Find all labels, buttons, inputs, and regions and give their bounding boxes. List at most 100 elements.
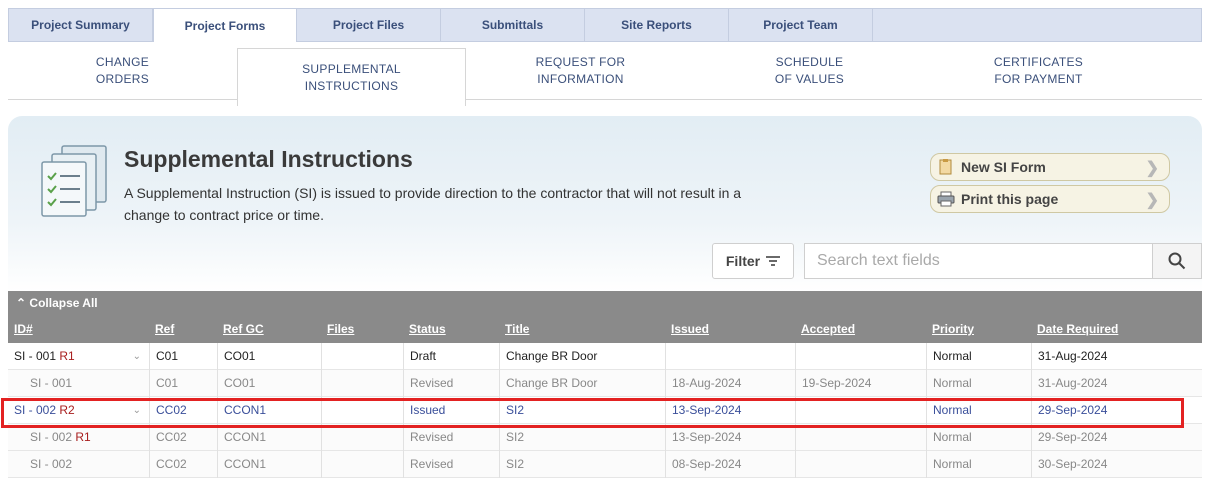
collapse-all-button[interactable]: ⌃ Collapse All	[16, 296, 98, 310]
cell-status: Draft	[403, 343, 499, 370]
collapse-all-label: Collapse All	[29, 296, 98, 310]
double-chevron-up-icon: ⌃	[16, 296, 27, 310]
subtab-certificates-for-payment[interactable]: CERTIFICATES FOR PAYMENT	[924, 42, 1153, 99]
tab-project-files[interactable]: Project Files	[297, 9, 441, 41]
subtab-schedule-of-values[interactable]: SCHEDULE OF VALUES	[695, 42, 924, 99]
cell-priority: Normal	[926, 343, 1031, 370]
cell-ref: CC02	[149, 451, 217, 478]
filter-lines-icon	[766, 256, 781, 266]
cell-priority: Normal	[926, 424, 1031, 451]
cell-issued: 18-Aug-2024	[665, 370, 795, 397]
cell-files	[321, 424, 403, 451]
cell-accepted	[795, 424, 926, 451]
cell-status: Revised	[403, 370, 499, 397]
chevron-right-icon: ❯	[1145, 192, 1159, 209]
page-description: A Supplemental Instruction (SI) is issue…	[124, 185, 742, 223]
filter-label: Filter	[725, 253, 761, 269]
cell-title: Change BR Door	[499, 370, 665, 397]
header-panel: Supplemental Instructions A Supplemental…	[8, 116, 1202, 292]
cell-accepted: 19-Sep-2024	[795, 370, 926, 397]
cell-id: SI - 001 R1 ⌄	[8, 343, 149, 370]
tab-submittals[interactable]: Submittals	[441, 9, 585, 41]
si-table: ⌃ Collapse All ID# Ref Ref GC Files Stat…	[8, 291, 1202, 478]
chevron-down-icon[interactable]: ⌄	[133, 343, 141, 370]
column-header-title[interactable]: Title	[505, 322, 529, 336]
tab-project-summary[interactable]: Project Summary	[9, 9, 153, 41]
search-button[interactable]	[1152, 243, 1202, 279]
cell-files	[321, 397, 403, 424]
subtab-request-for-information[interactable]: REQUEST FOR INFORMATION	[466, 42, 695, 99]
filter-button[interactable]: Filter	[712, 243, 794, 279]
cell-id: SI - 002	[30, 457, 73, 471]
new-si-form-label: New SI Form	[961, 159, 1046, 175]
cell-accepted	[795, 343, 926, 370]
cell-id: SI - 001	[30, 376, 73, 390]
cell-ref-gc: CCON1	[217, 424, 321, 451]
cell-date-required: 31-Aug-2024	[1031, 343, 1202, 370]
cell-ref: CC02	[149, 424, 217, 451]
new-form-icon	[931, 158, 961, 176]
cell-ref-gc: CCON1	[217, 451, 321, 478]
cell-ref-gc: CO01	[217, 370, 321, 397]
cell-ref: CC02	[149, 397, 217, 424]
cell-status: Revised	[403, 424, 499, 451]
tab-project-forms[interactable]: Project Forms	[153, 8, 297, 42]
tab-project-team[interactable]: Project Team	[729, 9, 873, 41]
cell-status: Issued	[403, 397, 499, 424]
cell-accepted	[795, 397, 926, 424]
cell-date-required: 31-Aug-2024	[1031, 370, 1202, 397]
column-header-issued[interactable]: Issued	[671, 322, 709, 336]
form-type-tabs: CHANGE ORDERS SUPPLEMENTAL INSTRUCTIONS …	[8, 42, 1202, 106]
cell-files	[321, 451, 403, 478]
cell-priority: Normal	[926, 451, 1031, 478]
column-header-id[interactable]: ID#	[14, 322, 33, 336]
cell-files	[321, 343, 403, 370]
subtab-change-orders[interactable]: CHANGE ORDERS	[8, 42, 237, 99]
chevron-down-icon[interactable]: ⌄	[133, 397, 141, 424]
cell-id: SI - 002 R2 ⌄	[8, 397, 149, 424]
cell-status: Revised	[403, 451, 499, 478]
page-title: Supplemental Instructions	[124, 146, 413, 172]
column-header-status[interactable]: Status	[409, 322, 446, 336]
cell-title: Change BR Door	[499, 343, 665, 370]
cell-priority: Normal	[926, 370, 1031, 397]
document-checklist-icon	[41, 145, 107, 217]
table-row-selected[interactable]: SI - 002 R2 ⌄ CC02 CCON1 Issued SI2 13-Se…	[8, 397, 1202, 424]
cell-ref: C01	[149, 370, 217, 397]
cell-files	[321, 370, 403, 397]
print-page-label: Print this page	[961, 191, 1059, 207]
chevron-right-icon: ❯	[1145, 160, 1159, 177]
search-input[interactable]	[804, 243, 1152, 279]
column-header-ref-gc[interactable]: Ref GC	[223, 322, 264, 336]
cell-accepted	[795, 451, 926, 478]
cell-title: SI2	[499, 451, 665, 478]
column-header-accepted[interactable]: Accepted	[801, 322, 855, 336]
cell-date-required: 29-Sep-2024	[1031, 424, 1202, 451]
cell-issued: 13-Sep-2024	[665, 397, 795, 424]
subtab-supplemental-instructions[interactable]: SUPPLEMENTAL INSTRUCTIONS	[237, 48, 466, 106]
table-row[interactable]: SI - 002 CC02 CCON1 Revised SI2 08-Sep-2…	[8, 451, 1202, 478]
cell-issued	[665, 343, 795, 370]
cell-id: SI - 002 R1	[30, 430, 91, 444]
column-header-ref[interactable]: Ref	[155, 322, 174, 336]
table-header: ⌃ Collapse All ID# Ref Ref GC Files Stat…	[8, 291, 1202, 343]
print-page-button[interactable]: Print this page ❯	[930, 185, 1170, 213]
cell-title: SI2	[499, 424, 665, 451]
cell-date-required: 30-Sep-2024	[1031, 451, 1202, 478]
cell-issued: 13-Sep-2024	[665, 424, 795, 451]
column-header-date-required[interactable]: Date Required	[1037, 322, 1118, 336]
table-row[interactable]: SI - 002 R1 CC02 CCON1 Revised SI2 13-Se…	[8, 424, 1202, 451]
cell-ref: C01	[149, 343, 217, 370]
search-icon	[1168, 252, 1186, 270]
column-header-files[interactable]: Files	[327, 322, 354, 336]
cell-ref-gc: CO01	[217, 343, 321, 370]
cell-title: SI2	[499, 397, 665, 424]
cell-date-required: 29-Sep-2024	[1031, 397, 1202, 424]
table-row[interactable]: SI - 001 R1 ⌄ C01 CO01 Draft Change BR Do…	[8, 343, 1202, 370]
table-row[interactable]: SI - 001 C01 CO01 Revised Change BR Door…	[8, 370, 1202, 397]
new-si-form-button[interactable]: New SI Form ❯	[930, 153, 1170, 181]
tab-site-reports[interactable]: Site Reports	[585, 9, 729, 41]
column-header-priority[interactable]: Priority	[932, 322, 974, 336]
top-tab-bar: Project Summary Project Forms Project Fi…	[8, 8, 1202, 42]
cell-issued: 08-Sep-2024	[665, 451, 795, 478]
